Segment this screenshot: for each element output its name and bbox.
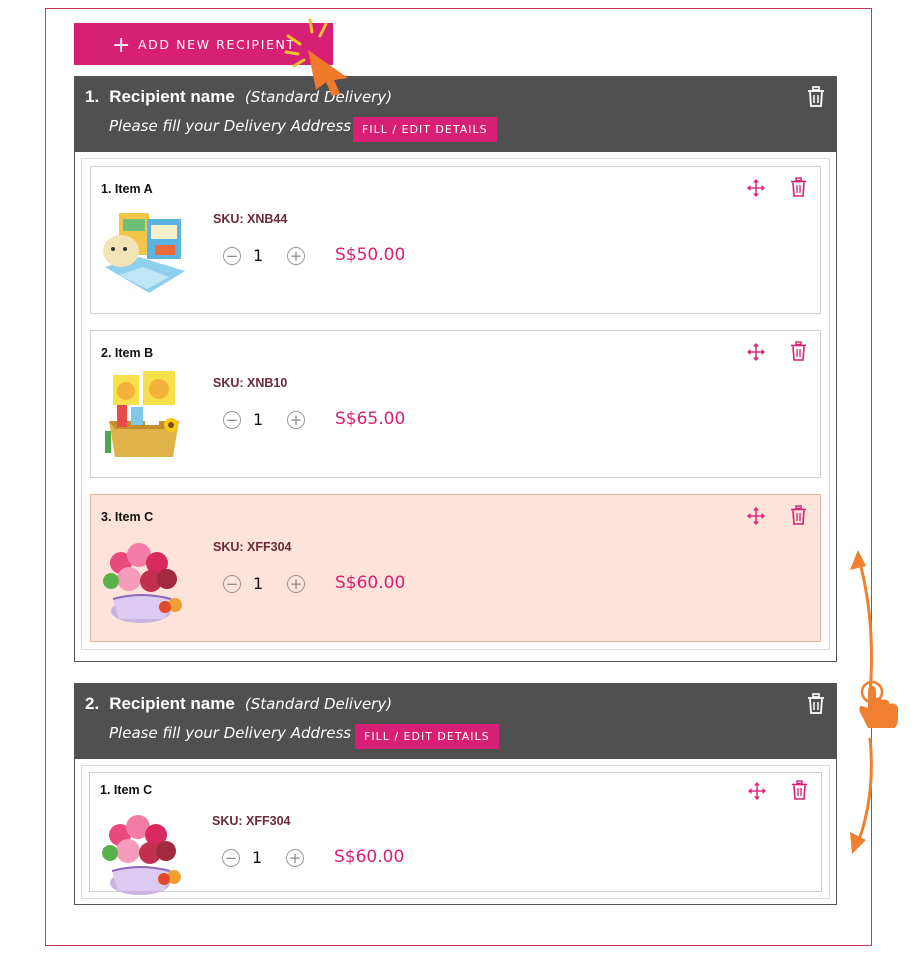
item-name: 3. Item C (101, 510, 154, 524)
quantity-value: 1 (253, 410, 264, 429)
increase-quantity-button[interactable]: + (287, 411, 305, 429)
increase-quantity-button[interactable]: + (287, 247, 305, 265)
recipient-number: 1. (85, 87, 100, 106)
move-icon[interactable] (747, 507, 765, 525)
product-image (103, 543, 182, 623)
delivery-type: (Standard Delivery) (244, 695, 393, 713)
recipient-name: Recipient name (109, 694, 235, 713)
item-sku: SKU: XNB44 (213, 212, 288, 226)
recipient-header: 1. Recipient name (Standard Delivery) Plea… (75, 77, 836, 152)
delete-item-icon[interactable] (791, 780, 808, 800)
add-new-recipient-label: ADD NEW RECIPIENT (138, 36, 296, 52)
items-list: 1. Item A SKU: XNB44 − 1 + S$50.00 2. It… (81, 158, 830, 650)
increase-quantity-button[interactable]: + (287, 575, 305, 593)
address-prompt: Please fill your Delivery Address (109, 724, 352, 742)
item-name: 1. Item C (100, 783, 153, 797)
recipient-name: Recipient name (109, 87, 235, 106)
increase-quantity-button[interactable]: + (286, 849, 304, 867)
item-sku: SKU: XFF304 (213, 540, 292, 554)
item-price: S$60.00 (335, 573, 406, 593)
product-image (105, 371, 179, 457)
item-price: S$65.00 (335, 409, 406, 429)
delete-item-icon[interactable] (790, 177, 807, 197)
decrease-quantity-button[interactable]: − (223, 247, 241, 265)
delete-recipient-icon[interactable] (806, 693, 826, 715)
item-sku: SKU: XNB10 (213, 376, 288, 390)
delete-item-icon[interactable] (790, 341, 807, 361)
quantity-value: 1 (252, 848, 263, 867)
address-prompt: Please fill your Delivery Address (109, 117, 352, 135)
items-list: 1. Item C SKU: XFF304 − 1 + S$60.00 (81, 765, 830, 899)
add-new-recipient-button[interactable]: + ADD NEW RECIPIENT (74, 23, 333, 65)
item-name: 2. Item B (101, 346, 154, 360)
recipient-title: 2. Recipient name (Standard Delivery) (85, 694, 392, 714)
decrease-quantity-button[interactable]: − (222, 849, 240, 867)
cart-item-dragging[interactable]: 3. Item C SKU: XFF304 − 1 + S$60.00 (90, 494, 821, 642)
product-image (103, 213, 185, 293)
decrease-quantity-button[interactable]: − (223, 575, 241, 593)
item-sku: SKU: XFF304 (212, 814, 291, 828)
recipient-card-2: 2. Recipient name (Standard Delivery) Plea… (74, 683, 837, 905)
cart-item[interactable]: 2. Item B SKU: XNB10 − 1 + S$65.00 (90, 330, 821, 478)
decrease-quantity-button[interactable]: − (223, 411, 241, 429)
fill-edit-details-button[interactable]: FILL / EDIT DETAILS (353, 117, 497, 142)
delete-recipient-icon[interactable] (806, 86, 826, 108)
recipient-title: 1. Recipient name (Standard Delivery) (85, 87, 392, 107)
quantity-value: 1 (253, 574, 264, 593)
delivery-type: (Standard Delivery) (244, 88, 393, 106)
product-image (102, 815, 181, 895)
move-icon[interactable] (747, 343, 765, 361)
fill-edit-details-button[interactable]: FILL / EDIT DETAILS (355, 724, 499, 749)
cart-item[interactable]: 1. Item A SKU: XNB44 − 1 + S$50.00 (90, 166, 821, 314)
item-name: 1. Item A (101, 182, 153, 196)
item-price: S$60.00 (334, 847, 405, 867)
delete-item-icon[interactable] (790, 505, 807, 525)
recipient-number: 2. (85, 694, 100, 713)
cart-item[interactable]: 1. Item C SKU: XFF304 − 1 + S$60.00 (89, 772, 822, 895)
plus-icon: + (112, 33, 133, 58)
quantity-value: 1 (253, 246, 264, 265)
recipient-header: 2. Recipient name (Standard Delivery) Plea… (75, 684, 836, 759)
move-icon[interactable] (748, 782, 766, 800)
item-price: S$50.00 (335, 245, 406, 265)
move-icon[interactable] (747, 179, 765, 197)
recipient-card-1: 1. Recipient name (Standard Delivery) Plea… (74, 76, 837, 662)
